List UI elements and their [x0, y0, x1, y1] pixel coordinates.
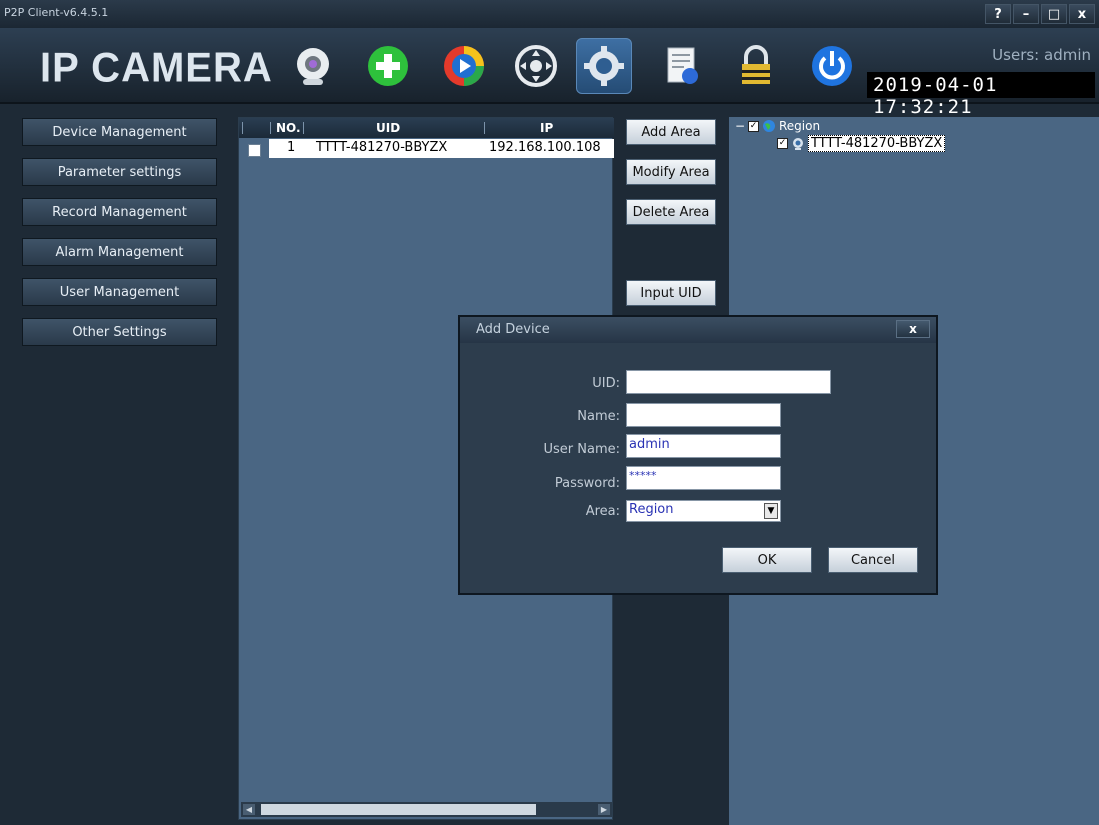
horizontal-scrollbar[interactable]: ◀ ▶	[241, 802, 612, 817]
modify-area-button[interactable]: Modify Area	[626, 159, 716, 185]
header-toolbar: IP CAMERA Users: admin 2019-04-01 17:32:…	[0, 28, 1099, 118]
delete-area-button[interactable]: Delete Area	[626, 199, 716, 225]
password-input[interactable]: *****	[626, 466, 781, 490]
name-label: Name:	[577, 409, 620, 424]
username-input[interactable]: admin	[626, 434, 781, 458]
nav-device-management[interactable]: Device Management	[22, 118, 217, 146]
row-checkbox[interactable]	[248, 144, 261, 157]
left-nav: Device Management Parameter settings Rec…	[0, 106, 238, 825]
uid-input[interactable]	[626, 370, 831, 394]
settings-gear-icon[interactable]	[576, 38, 632, 94]
scroll-left-icon[interactable]: ◀	[243, 804, 255, 815]
dialog-titlebar[interactable]: Add Device x	[460, 317, 936, 343]
lock-icon[interactable]	[728, 38, 784, 94]
cell-ip: 192.168.100.108	[489, 140, 601, 155]
nav-alarm-management[interactable]: Alarm Management	[22, 238, 217, 266]
nav-parameter-settings[interactable]: Parameter settings	[22, 158, 217, 186]
globe-icon	[763, 120, 775, 132]
column-header-uid[interactable]: UID	[376, 121, 400, 135]
ok-button[interactable]: OK	[722, 547, 812, 573]
window-controls: ? – □ x	[985, 4, 1095, 24]
device-node-label: TTTT-481270-BBYZX	[808, 135, 946, 152]
column-header-no[interactable]: NO.	[276, 121, 301, 135]
table-row[interactable]: 1 TTTT-481270-BBYZX 192.168.100.108	[269, 139, 614, 158]
uid-label: UID:	[592, 376, 620, 391]
current-user: Users: admin	[992, 46, 1091, 64]
scrollbar-thumb[interactable]	[261, 804, 536, 815]
column-divider	[242, 122, 243, 134]
column-divider	[484, 122, 485, 134]
tree-node-device[interactable]: ✓ TTTT-481270-BBYZX	[777, 135, 946, 152]
clock-display: 2019-04-01 17:32:21	[867, 72, 1095, 118]
power-icon[interactable]	[804, 38, 860, 94]
collapse-icon[interactable]: −	[735, 119, 745, 133]
nav-other-settings[interactable]: Other Settings	[22, 318, 217, 346]
nav-user-management[interactable]: User Management	[22, 278, 217, 306]
input-uid-button[interactable]: Input UID	[626, 280, 716, 306]
table-header: NO. UID IP	[239, 118, 614, 138]
title-bar: P2P Client-v6.4.5.1 ? – □ x	[0, 0, 1099, 28]
region-checkbox[interactable]: ✓	[748, 120, 759, 132]
minimize-button[interactable]: –	[1013, 4, 1039, 24]
tree-node-region[interactable]: − ✓ Region	[735, 119, 820, 133]
add-device-icon[interactable]	[360, 38, 416, 94]
dialog-close-button[interactable]: x	[896, 320, 930, 338]
device-camera-icon	[793, 137, 803, 150]
ptz-icon[interactable]	[508, 38, 564, 94]
dropdown-arrow-icon[interactable]: ▼	[764, 503, 778, 519]
log-report-icon[interactable]	[654, 38, 710, 94]
column-divider	[303, 122, 304, 134]
window-title: P2P Client-v6.4.5.1	[4, 6, 109, 19]
password-label: Password:	[554, 476, 620, 491]
column-header-ip[interactable]: IP	[540, 121, 553, 135]
help-button[interactable]: ?	[985, 4, 1011, 24]
scroll-right-icon[interactable]: ▶	[598, 804, 610, 815]
cancel-button[interactable]: Cancel	[828, 547, 918, 573]
nav-record-management[interactable]: Record Management	[22, 198, 217, 226]
close-window-button[interactable]: x	[1069, 4, 1095, 24]
dialog-title: Add Device	[476, 322, 550, 337]
username-label: User Name:	[543, 442, 621, 457]
maximize-button[interactable]: □	[1041, 4, 1067, 24]
cell-no: 1	[287, 140, 296, 155]
add-area-button[interactable]: Add Area	[626, 119, 716, 145]
app-logo: IP CAMERA	[40, 44, 273, 92]
area-select[interactable]: Region ▼	[626, 500, 781, 522]
add-device-dialog: Add Device x UID: Name: User Name: admin…	[458, 315, 938, 595]
camera-icon[interactable]	[285, 38, 341, 94]
area-select-value: Region	[629, 502, 674, 517]
name-input[interactable]	[626, 403, 781, 427]
playback-icon[interactable]	[436, 38, 492, 94]
device-checkbox[interactable]: ✓	[777, 138, 788, 149]
area-label: Area:	[585, 504, 620, 519]
region-label: Region	[779, 119, 821, 133]
column-divider	[270, 122, 271, 134]
cell-uid: TTTT-481270-BBYZX	[316, 140, 448, 155]
